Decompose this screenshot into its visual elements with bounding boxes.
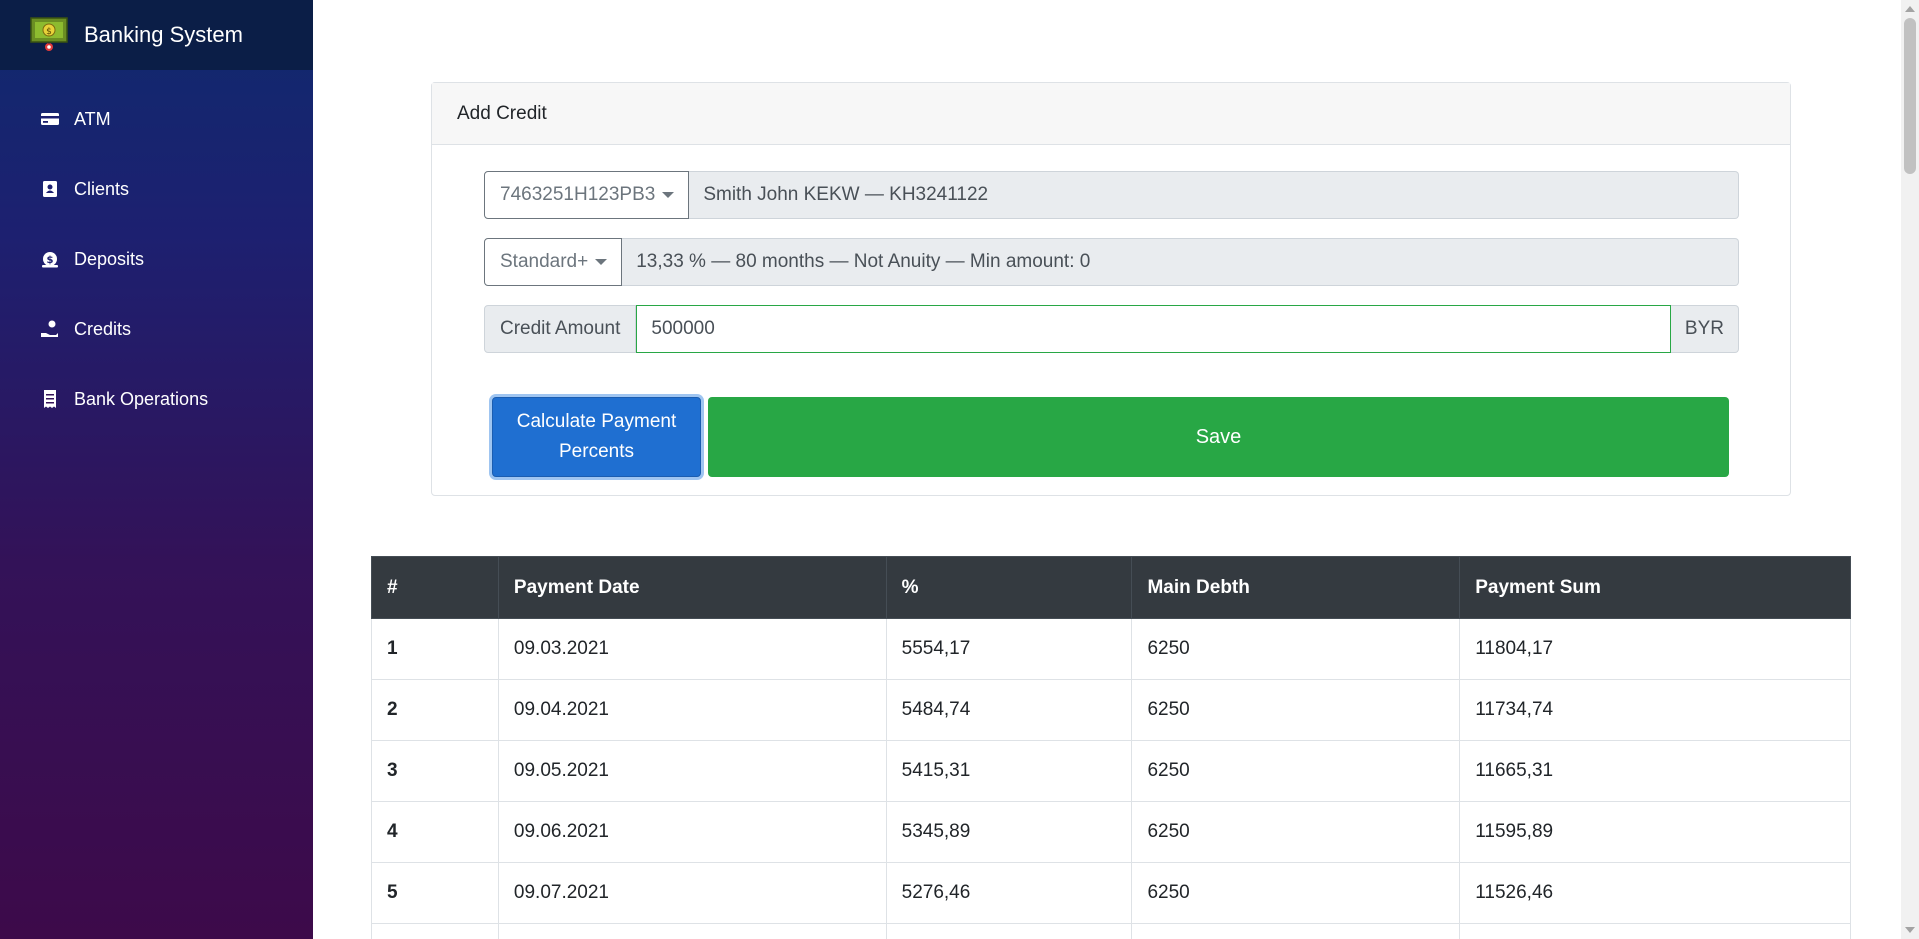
account-dropdown[interactable]: 7463251H123PB3: [484, 171, 690, 219]
table-row: 2 09.04.2021 5484,74 6250 11734,74: [371, 679, 1851, 741]
credit-amount-label: Credit Amount: [484, 305, 637, 353]
sidebar: $ Banking System ATM Clients $ Deposits: [0, 0, 313, 939]
scroll-up-arrow-icon[interactable]: [1905, 6, 1915, 12]
payment-sum-cell: 11734,74: [1459, 679, 1851, 741]
main-content: Add Credit 7463251H123PB3 Smith John KEK…: [313, 0, 1901, 939]
percent-cell: [885, 923, 1133, 939]
money-logo-icon: $: [30, 15, 68, 55]
svg-text:$: $: [46, 27, 52, 37]
row-number: 5: [371, 862, 499, 924]
payment-sum-cell: 11804,17: [1459, 618, 1851, 680]
credit-amount-input[interactable]: [636, 305, 1671, 353]
percent-cell: 5345,89: [885, 801, 1133, 863]
save-button[interactable]: Save: [708, 397, 1729, 477]
account-row: 7463251H123PB3 Smith John KEKW — KH32411…: [484, 171, 1739, 219]
row-number: 1: [371, 618, 499, 680]
money-bag-icon: $: [38, 248, 62, 270]
page-scrollbar[interactable]: [1901, 0, 1919, 939]
sidebar-nav: ATM Clients $ Deposits Credits Bank Oper…: [0, 84, 313, 434]
account-dropdown-value: 7463251H123PB3: [500, 184, 656, 205]
payment-sum-cell: 11665,31: [1459, 740, 1851, 802]
sidebar-item-bank-operations[interactable]: Bank Operations: [0, 364, 313, 434]
sidebar-item-label: Credits: [74, 318, 132, 339]
calculate-payment-button[interactable]: Calculate Payment Percents: [492, 397, 701, 477]
payment-date-cell: 09.03.2021: [497, 618, 887, 680]
card-title: Add Credit: [432, 83, 1790, 145]
main-debt-cell: 6250: [1131, 862, 1461, 924]
client-info-field: Smith John KEKW — KH3241122: [689, 171, 1739, 219]
payment-date-cell: 09.04.2021: [497, 679, 887, 741]
column-header-payment-date: Payment Date: [497, 556, 887, 619]
column-header-number: #: [371, 556, 499, 619]
scrollbar-thumb[interactable]: [1904, 18, 1916, 174]
sidebar-item-label: ATM: [74, 108, 111, 129]
table-row: 1 09.03.2021 5554,17 6250 11804,17: [371, 618, 1851, 680]
main-debt-cell: [1131, 923, 1461, 939]
table-header-row: # Payment Date % Main Debth Payment Sum: [371, 556, 1851, 619]
svg-text:$: $: [47, 255, 54, 266]
plan-info-field: 13,33 % — 80 months — Not Anuity — Min a…: [622, 238, 1739, 286]
sidebar-item-atm[interactable]: ATM: [0, 84, 313, 154]
row-number: 2: [371, 679, 499, 741]
payment-date-cell: 09.07.2021: [497, 862, 887, 924]
contact-book-icon: [38, 178, 62, 200]
percent-cell: 5276,46: [885, 862, 1133, 924]
brand[interactable]: $ Banking System: [0, 0, 313, 70]
payment-schedule-table: # Payment Date % Main Debth Payment Sum …: [371, 556, 1851, 939]
payment-sum-cell: 11526,46: [1459, 862, 1851, 924]
add-credit-card: Add Credit 7463251H123PB3 Smith John KEK…: [431, 82, 1791, 496]
column-header-percent: %: [885, 556, 1133, 619]
table-row: 4 09.06.2021 5345,89 6250 11595,89: [371, 801, 1851, 863]
main-debt-cell: 6250: [1131, 740, 1461, 802]
row-number: [371, 923, 499, 939]
payment-date-cell: 09.06.2021: [497, 801, 887, 863]
receipt-icon: [38, 388, 62, 410]
main-debt-cell: 6250: [1131, 801, 1461, 863]
percent-cell: 5415,31: [885, 740, 1133, 802]
main-debt-cell: 6250: [1131, 679, 1461, 741]
caret-down-icon: [662, 192, 675, 198]
plan-row: Standard+ 13,33 % — 80 months — Not Anui…: [484, 238, 1739, 286]
caret-down-icon: [595, 259, 608, 265]
sidebar-item-deposits[interactable]: $ Deposits: [0, 224, 313, 294]
percent-cell: 5554,17: [885, 618, 1133, 680]
currency-label: BYR: [1670, 305, 1739, 353]
row-number: 4: [371, 801, 499, 863]
amount-row: Credit Amount BYR: [484, 305, 1739, 353]
credit-card-icon: [38, 108, 62, 130]
main-debt-cell: 6250: [1131, 618, 1461, 680]
sidebar-item-label: Bank Operations: [74, 388, 209, 409]
table-row: 5 09.07.2021 5276,46 6250 11526,46: [371, 862, 1851, 924]
hand-holding-money-icon: [38, 318, 62, 340]
sidebar-item-label: Clients: [74, 178, 130, 199]
sidebar-item-clients[interactable]: Clients: [0, 154, 313, 224]
sidebar-item-label: Deposits: [74, 248, 145, 269]
brand-title: Banking System: [84, 22, 243, 47]
plan-dropdown-value: Standard+: [500, 251, 589, 272]
payment-sum-cell: 11595,89: [1459, 801, 1851, 863]
column-header-payment-sum: Payment Sum: [1459, 556, 1851, 619]
table-row: 3 09.05.2021 5415,31 6250 11665,31: [371, 740, 1851, 802]
payment-sum-cell: [1459, 923, 1851, 939]
percent-cell: 5484,74: [885, 679, 1133, 741]
scroll-down-arrow-icon[interactable]: [1905, 927, 1915, 933]
column-header-main-debt: Main Debth: [1131, 556, 1461, 619]
sidebar-item-credits[interactable]: Credits: [0, 294, 313, 364]
payment-date-cell: [497, 923, 887, 939]
row-number: 3: [371, 740, 499, 802]
plan-dropdown[interactable]: Standard+: [484, 238, 623, 286]
payment-date-cell: 09.05.2021: [497, 740, 887, 802]
table-row: [371, 923, 1851, 939]
